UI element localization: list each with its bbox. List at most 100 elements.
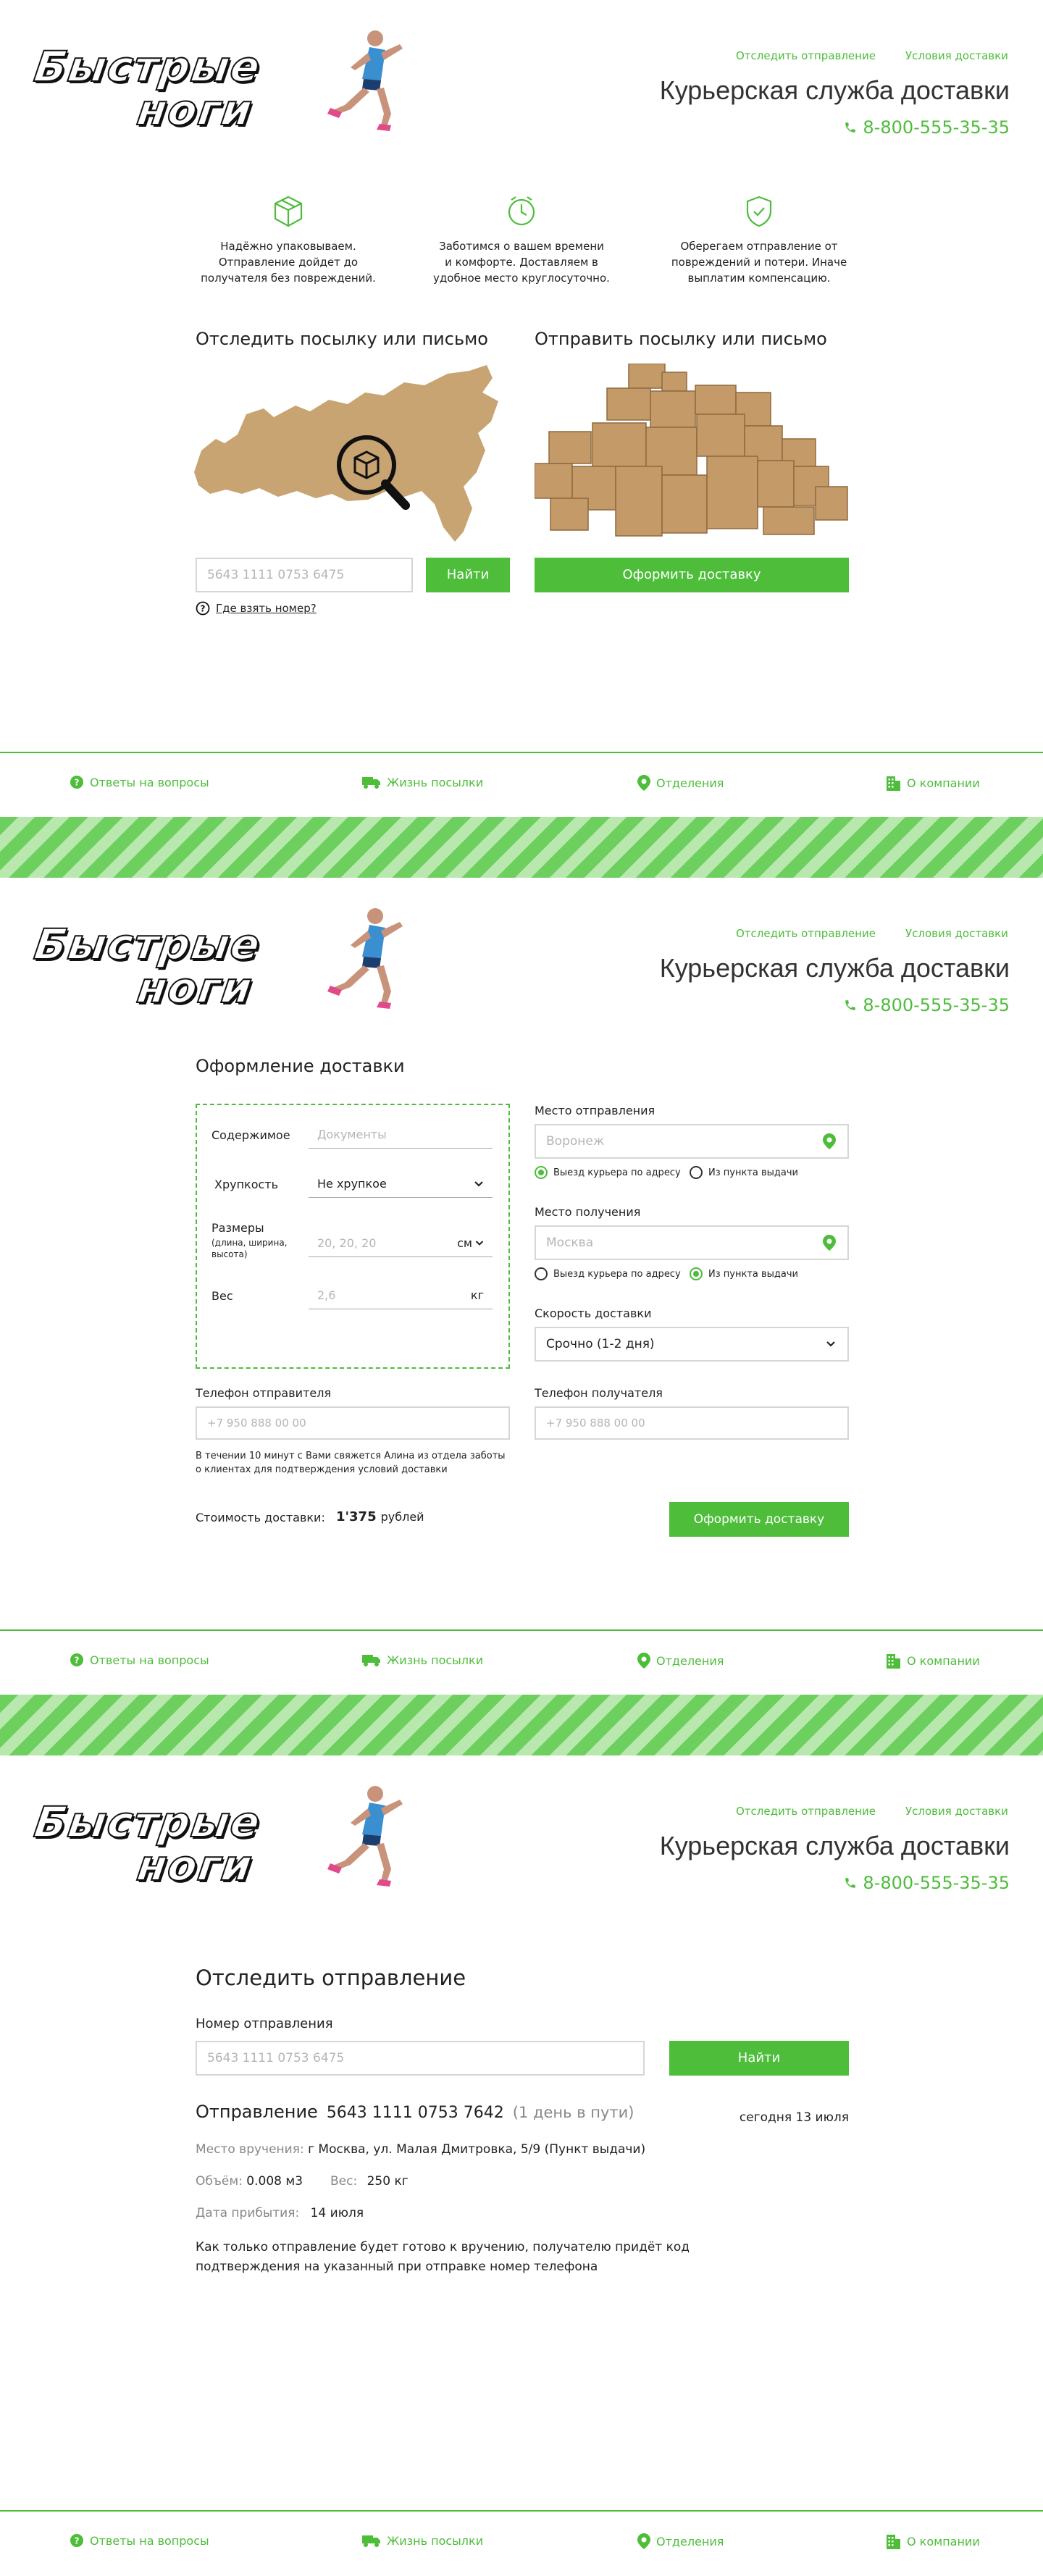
logo[interactable]: Быстрые ноги bbox=[29, 1786, 406, 1891]
runner-icon bbox=[327, 30, 403, 131]
footer-life[interactable]: Жизнь посылки bbox=[362, 1653, 483, 1667]
footer-nav-2: ? Ответы на вопросы Жизнь посылки Отделе… bbox=[0, 1631, 1043, 1695]
location-pin-icon bbox=[637, 1653, 650, 1669]
svg-text:?: ? bbox=[75, 1656, 80, 1666]
footer-faq[interactable]: ? Ответы на вопросы bbox=[70, 2533, 209, 2548]
where-number-text: Где взять номер? bbox=[216, 602, 317, 615]
place-label: Место вручения: bbox=[196, 2142, 304, 2157]
phone-number: 8-800-555-35-35 bbox=[863, 1873, 1010, 1893]
building-icon bbox=[887, 776, 900, 791]
company-name: Курьерская служба доставки bbox=[659, 1831, 1010, 1860]
phone[interactable]: 8-800-555-35-35 bbox=[844, 117, 1010, 138]
sender-phone-input[interactable]: +7 950 888 00 00 bbox=[196, 1406, 510, 1440]
track-link[interactable]: Отследить отправление bbox=[736, 1805, 876, 1818]
question-icon: ? bbox=[196, 601, 210, 616]
receiver-phone-input[interactable]: +7 950 888 00 00 bbox=[535, 1406, 849, 1440]
footer-faq[interactable]: ? Ответы на вопросы bbox=[70, 1653, 209, 1667]
logo-word-2: ноги bbox=[133, 85, 256, 135]
location-pin-icon bbox=[823, 1133, 836, 1149]
from-placeholder: Воронеж bbox=[546, 1134, 605, 1149]
footer-branches-label: Отделения bbox=[656, 776, 724, 790]
from-pickup-radio[interactable]: Из пункта выдачи bbox=[690, 1166, 798, 1179]
find-button[interactable]: Найти bbox=[426, 558, 510, 592]
footer-nav-3: ? Ответы на вопросы Жизнь посылки Отделе… bbox=[0, 2512, 1043, 2576]
chevron-down-icon bbox=[474, 1180, 483, 1187]
fragility-label: Хрупкость bbox=[214, 1178, 279, 1191]
track-link[interactable]: Отследить отправление bbox=[736, 49, 876, 62]
size-hint: (длина, ширина, высота) bbox=[211, 1238, 288, 1260]
size-input[interactable]: 20, 20, 20 см bbox=[309, 1230, 493, 1257]
footer-about[interactable]: О компании bbox=[885, 2533, 980, 2549]
order-delivery-button[interactable]: Оформить доставку bbox=[535, 558, 849, 592]
footer-faq-label: Ответы на вопросы bbox=[90, 775, 209, 789]
tracking-number-input[interactable]: 5643 1111 0753 6475 bbox=[196, 2041, 645, 2076]
to-input[interactable]: Москва bbox=[535, 1225, 849, 1260]
track-number-input[interactable]: 5643 1111 0753 6475 bbox=[196, 558, 413, 592]
footer-nav-1: ? Ответы на вопросы Жизнь посылки Отделе… bbox=[0, 753, 1043, 817]
phone-icon bbox=[845, 1878, 856, 1888]
footer-life-label: Жизнь посылки bbox=[387, 1653, 484, 1667]
weight-unit: кг bbox=[470, 1288, 484, 1302]
logo[interactable]: Быстрые ноги bbox=[29, 30, 406, 135]
russia-map[interactable] bbox=[194, 364, 510, 545]
feature-text-1a: Надёжно упаковываем. bbox=[220, 240, 356, 253]
terms-link[interactable]: Условия доставки bbox=[905, 49, 1008, 62]
location-pin-icon bbox=[637, 2533, 650, 2549]
phone[interactable]: 8-800-555-35-35 bbox=[844, 995, 1010, 1015]
cost-unit: рублей bbox=[380, 1510, 424, 1524]
content-input[interactable]: Документы bbox=[309, 1121, 493, 1149]
location-pin-icon bbox=[823, 1235, 836, 1251]
question-circle-icon: ? bbox=[70, 1653, 83, 1666]
speed-select[interactable]: Срочно (1-2 дня) bbox=[535, 1327, 849, 1362]
to-pickup-radio[interactable]: Из пункта выдачи bbox=[690, 1267, 798, 1280]
from-pickup-label: Из пункта выдачи bbox=[708, 1167, 798, 1178]
svg-text:?: ? bbox=[75, 2536, 80, 2546]
footer-faq-label: Ответы на вопросы bbox=[90, 1653, 209, 1667]
today-date: сегодня 13 июля bbox=[739, 2110, 849, 2125]
footer-life-label: Жизнь посылки bbox=[387, 2533, 484, 2548]
terms-link[interactable]: Условия доставки bbox=[905, 1805, 1008, 1818]
weight-input[interactable]: 2,6 кг bbox=[309, 1282, 493, 1309]
logo[interactable]: Быстрые ноги bbox=[29, 908, 406, 1013]
tracking-number-label: Номер отправления bbox=[196, 2016, 333, 2031]
submit-order-button[interactable]: Оформить доставку bbox=[669, 1502, 849, 1537]
shipment-heading: Отправление 5643 1111 0753 7642 (1 день … bbox=[196, 2102, 634, 2122]
question-circle-icon: ? bbox=[70, 2534, 83, 2547]
from-courier-radio[interactable]: Выезд курьера по адресу bbox=[535, 1166, 681, 1179]
track-link[interactable]: Отследить отправление bbox=[736, 927, 876, 940]
phone-icon bbox=[845, 1000, 856, 1010]
where-number-link[interactable]: ? Где взять номер? bbox=[196, 601, 317, 616]
feature-text-3b: повреждений и потери. Иначе bbox=[671, 255, 847, 269]
footer-life[interactable]: Жизнь посылки bbox=[362, 775, 483, 789]
footer-about[interactable]: О компании bbox=[885, 775, 980, 791]
from-input[interactable]: Воронеж bbox=[535, 1124, 849, 1159]
footer-about-label: О компании bbox=[907, 776, 980, 790]
question-circle-icon: ? bbox=[70, 776, 83, 789]
delivery-info-line1: Как только отправление будет готово к вр… bbox=[196, 2240, 690, 2254]
tracking-find-button[interactable]: Найти bbox=[669, 2041, 849, 2076]
clock-icon bbox=[508, 196, 535, 226]
terms-link[interactable]: Условия доставки bbox=[905, 927, 1008, 940]
chevron-down-icon bbox=[475, 1241, 484, 1246]
tracking-page: Быстрые ноги Отследить отправление Услов… bbox=[0, 1755, 1043, 2509]
content-placeholder: Документы bbox=[317, 1128, 387, 1141]
sender-phone-label: Телефон отправителя bbox=[196, 1386, 332, 1400]
footer-life[interactable]: Жизнь посылки bbox=[362, 2533, 483, 2548]
phone[interactable]: 8-800-555-35-35 bbox=[844, 1873, 1010, 1893]
arrival-value: 14 июля bbox=[310, 2206, 364, 2220]
footer-faq[interactable]: ? Ответы на вопросы bbox=[70, 775, 209, 789]
to-courier-radio[interactable]: Выезд курьера по адресу bbox=[535, 1267, 681, 1280]
footer-branches[interactable]: Отделения bbox=[637, 2533, 724, 2549]
stripe-divider bbox=[0, 817, 1043, 878]
footer-about[interactable]: О компании bbox=[885, 1653, 980, 1669]
receiver-phone-label: Телефон получателя bbox=[535, 1386, 663, 1400]
order-page: Быстрые ноги Отследить отправление Услов… bbox=[0, 878, 1043, 1631]
footer-branches[interactable]: Отделения bbox=[637, 775, 724, 791]
size-unit-select[interactable]: см bbox=[457, 1236, 484, 1250]
fragility-select[interactable]: Не хрупкое bbox=[309, 1170, 493, 1198]
volume-row: Объём: 0.008 м3 bbox=[196, 2174, 303, 2189]
footer-branches[interactable]: Отделения bbox=[637, 1653, 724, 1669]
feature-3: Оберегаем отправление от повреждений и п… bbox=[658, 194, 860, 286]
svg-text:?: ? bbox=[201, 604, 206, 614]
speed-value: Срочно (1-2 дня) bbox=[546, 1337, 655, 1351]
